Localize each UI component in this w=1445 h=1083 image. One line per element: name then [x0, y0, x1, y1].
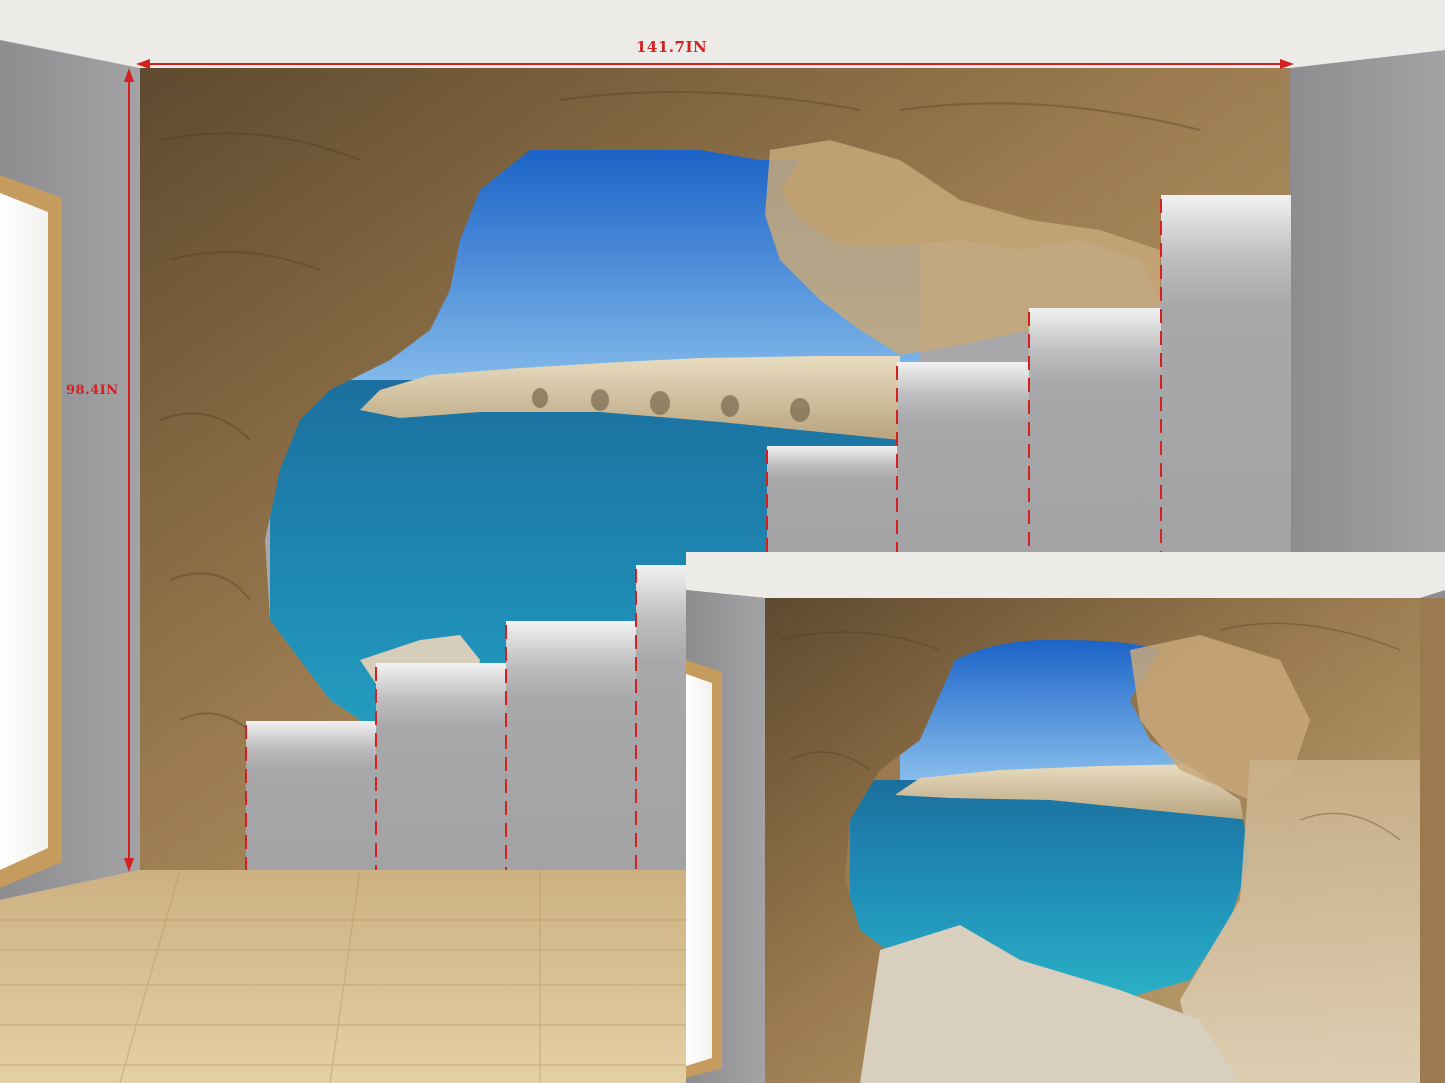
window-glass: [0, 193, 48, 870]
inset-room-preview: [686, 552, 1445, 1083]
ceiling: [0, 0, 1445, 68]
wallpaper-mural-preview: 141.7IN 98.4IN: [0, 0, 1445, 1083]
height-dimension-label: 98.4IN: [66, 383, 119, 398]
width-dimension-label: 141.7IN: [636, 38, 708, 56]
room-scene-illustration: [0, 0, 1445, 1083]
right-side-wall: [1290, 50, 1445, 560]
